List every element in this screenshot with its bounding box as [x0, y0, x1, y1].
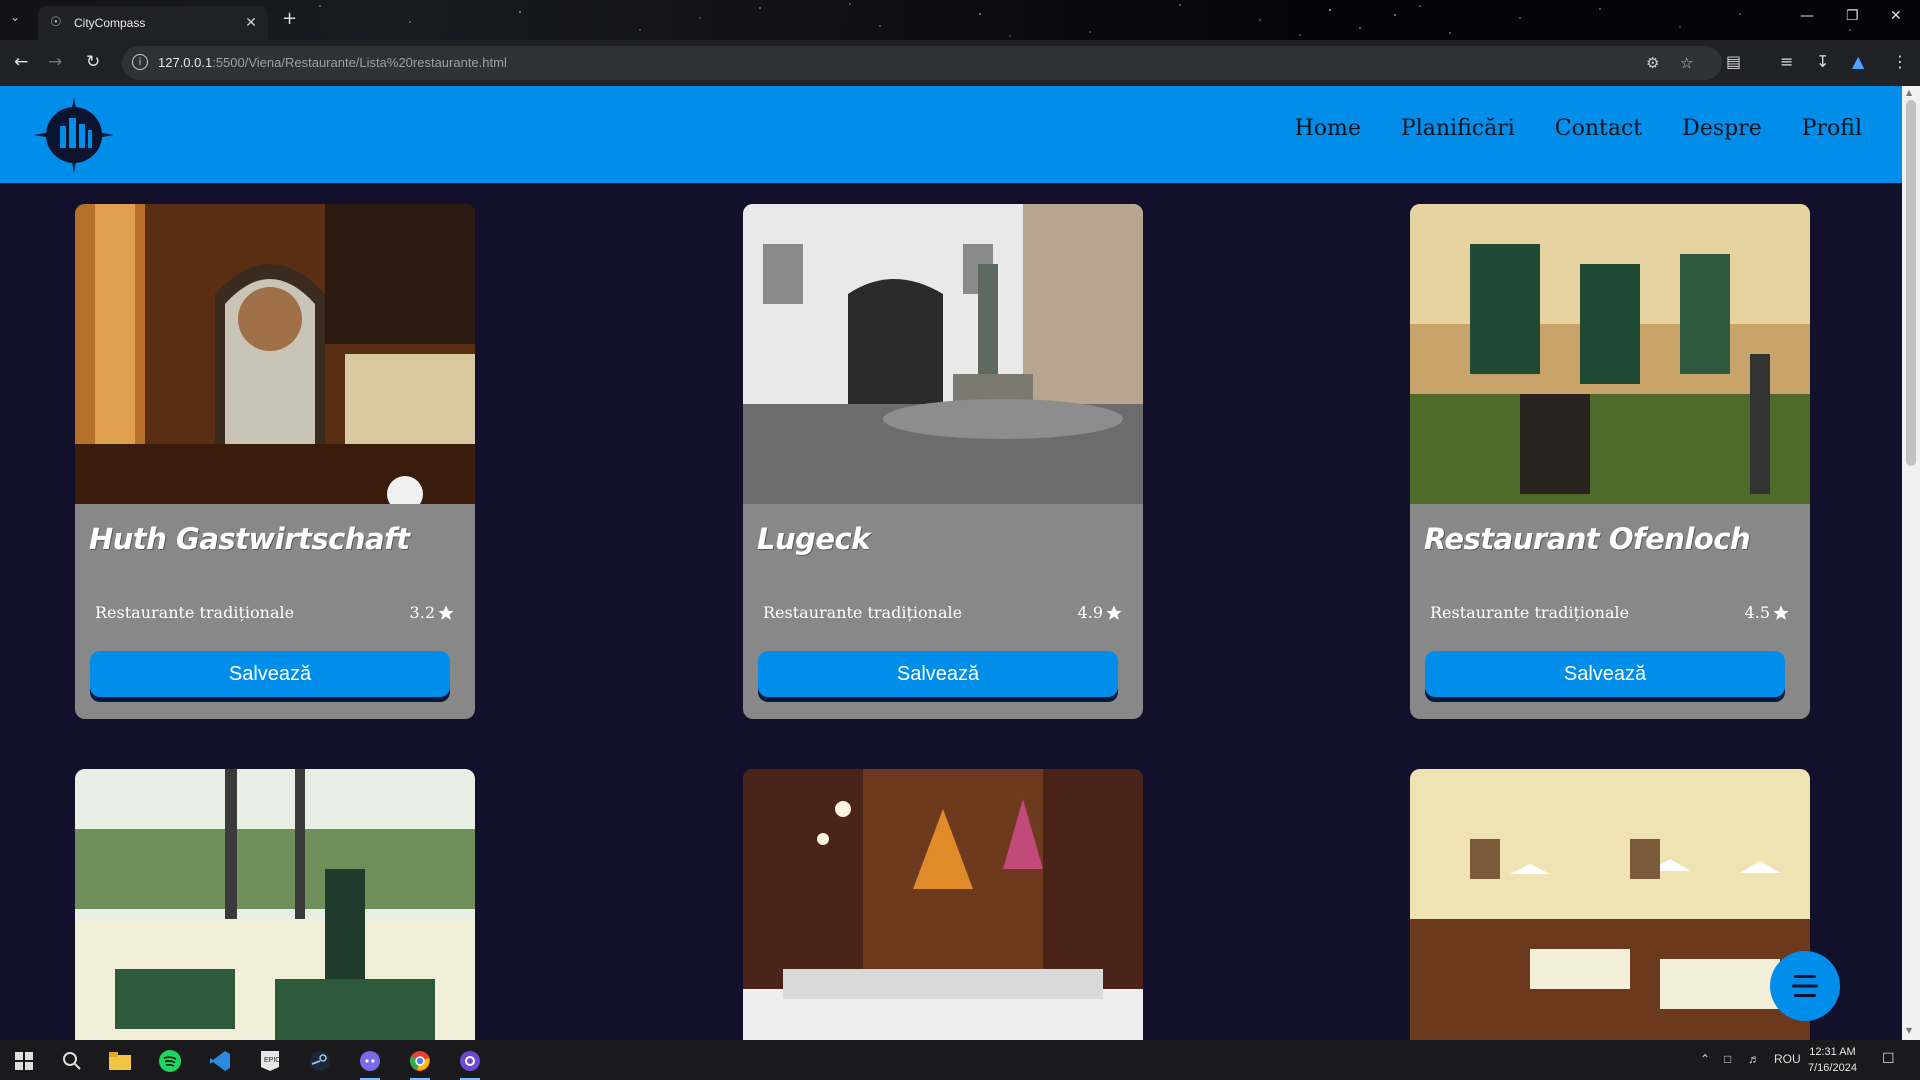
save-button[interactable]: Salvează	[1425, 651, 1785, 697]
new-tab-plus-icon[interactable]: +	[282, 8, 297, 29]
restaurant-photo	[75, 769, 475, 1040]
save-button[interactable]: Salvează	[90, 651, 450, 697]
address-url: 127.0.0.1:5500/Viena/Restaurante/Lista%2…	[158, 55, 507, 70]
kebab-menu-icon[interactable]: ⋮	[1892, 52, 1908, 71]
site-info-icon[interactable]: i	[132, 54, 148, 70]
restaurant-category: Restaurante tradiționale	[95, 603, 295, 622]
github-desktop-icon[interactable]	[450, 1046, 490, 1080]
page-viewport: Home Planificări Contact Despre Profil H…	[0, 86, 1902, 1040]
extensions-puzzle-icon[interactable]: ▤	[1726, 52, 1741, 71]
search-icon[interactable]	[52, 1046, 92, 1076]
minimize-icon[interactable]: —	[1800, 8, 1814, 24]
forward-arrow-icon[interactable]: →	[48, 52, 62, 72]
save-button[interactable]: Salvează	[758, 651, 1118, 697]
site-header: Home Planificări Contact Despre Profil	[0, 86, 1902, 183]
network-icon[interactable]: □	[1724, 1052, 1731, 1066]
svg-text:EPIC: EPIC	[264, 1057, 280, 1064]
clock-time: 12:31 AM	[1809, 1046, 1856, 1058]
tab-title: CityCompass	[74, 16, 146, 30]
file-explorer-icon[interactable]	[100, 1046, 140, 1076]
star-icon	[438, 605, 454, 620]
epic-games-icon[interactable]: EPIC	[250, 1046, 290, 1076]
restaurant-card: Huth Gastwirtschaft Restaurante tradițio…	[75, 204, 475, 719]
back-arrow-icon[interactable]: ←	[14, 52, 28, 72]
restore-icon[interactable]: ❐	[1846, 8, 1859, 24]
browser-toolbar: ← → ↻ i 127.0.0.1:5500/Viena/Restaurante…	[0, 40, 1920, 86]
restaurant-rating: 4.5	[1745, 603, 1790, 622]
page-scrollbar[interactable]: ▲ ▼	[1902, 86, 1920, 1040]
notifications-icon[interactable]: ☐	[1882, 1050, 1895, 1067]
restaurant-photo	[75, 204, 475, 504]
restaurant-rating: 4.9	[1078, 603, 1123, 622]
star-icon	[1773, 605, 1789, 620]
extension-icon[interactable]: ▲	[1852, 52, 1864, 71]
city-compass-logo-icon[interactable]	[32, 96, 116, 174]
discord-icon[interactable]	[350, 1046, 390, 1080]
restaurant-photo	[743, 769, 1143, 1040]
tab-search-chevron-icon[interactable]: ⌄	[10, 10, 20, 24]
scrollbar-thumb[interactable]	[1906, 100, 1916, 466]
tray-chevron-up-icon[interactable]: ⌃	[1700, 1052, 1710, 1066]
translate-icon[interactable]: ⚙	[1646, 54, 1659, 72]
browser-tab-strip: ⌄ ☉ CityCompass ✕ + — ❐ ✕	[0, 0, 1920, 40]
windows-start-icon[interactable]	[4, 1046, 44, 1076]
nav-planificari[interactable]: Planificări	[1401, 116, 1515, 141]
steam-icon[interactable]	[300, 1046, 340, 1076]
reading-list-icon[interactable]: ≡	[1780, 52, 1793, 71]
restaurant-photo	[743, 204, 1143, 504]
tab-close-icon[interactable]: ✕	[242, 15, 260, 31]
restaurant-rating: 3.2	[410, 603, 455, 622]
system-clock[interactable]: 12:31 AM 7/16/2024	[1808, 1044, 1857, 1076]
input-language[interactable]: ROU	[1774, 1052, 1801, 1066]
restaurant-name: Lugeck	[757, 522, 871, 556]
volume-icon[interactable]: ♬	[1748, 1052, 1760, 1066]
nav-home[interactable]: Home	[1295, 116, 1361, 141]
restaurant-card	[75, 769, 475, 1040]
nav-contact[interactable]: Contact	[1555, 116, 1642, 141]
scroll-down-arrow-icon[interactable]: ▼	[1906, 1026, 1912, 1035]
restaurant-photo	[1410, 204, 1810, 504]
restaurant-card	[743, 769, 1143, 1040]
restaurant-category: Restaurante tradiționale	[763, 603, 963, 622]
nav-despre[interactable]: Despre	[1682, 116, 1762, 141]
nav-profil[interactable]: Profil	[1802, 116, 1862, 141]
bookmark-star-icon[interactable]: ☆	[1680, 54, 1693, 72]
rating-value: 4.5	[1744, 603, 1770, 622]
globe-favicon-icon: ☉	[50, 15, 62, 30]
download-icon[interactable]: ↧	[1816, 52, 1829, 71]
clock-date: 7/16/2024	[1808, 1062, 1857, 1074]
star-icon	[1106, 605, 1122, 620]
scroll-up-arrow-icon[interactable]: ▲	[1906, 88, 1912, 97]
reload-icon[interactable]: ↻	[86, 52, 100, 72]
restaurant-card: Restaurant Ofenloch Restaurante tradițio…	[1410, 204, 1810, 719]
menu-fab-button[interactable]	[1770, 951, 1840, 1021]
restaurant-name: Huth Gastwirtschaft	[89, 522, 410, 556]
restaurant-name: Restaurant Ofenloch	[1424, 522, 1751, 556]
main-nav: Home Planificări Contact Despre Profil	[1295, 116, 1862, 141]
restaurant-category: Restaurante tradiționale	[1430, 603, 1630, 622]
window-close-icon[interactable]: ✕	[1890, 8, 1902, 24]
rating-value: 3.2	[409, 603, 435, 622]
vscode-icon[interactable]	[200, 1046, 240, 1076]
browser-tab-active[interactable]: ☉ CityCompass ✕	[38, 6, 268, 40]
hamburger-menu-icon	[1792, 975, 1818, 997]
spotify-icon[interactable]	[150, 1046, 190, 1076]
chrome-icon[interactable]	[400, 1046, 440, 1080]
restaurant-photo	[1410, 769, 1810, 1040]
rating-value: 4.9	[1077, 603, 1103, 622]
restaurant-card: Lugeck Restaurante tradiționale 4.9 Salv…	[743, 204, 1143, 719]
windows-taskbar: EPIC ⌃ □ ♬ ROU 12:31 AM 7/16/2024 ☐	[0, 1040, 1920, 1080]
address-bar[interactable]: i 127.0.0.1:5500/Viena/Restaurante/Lista…	[122, 46, 1722, 80]
restaurant-card	[1410, 769, 1810, 1040]
